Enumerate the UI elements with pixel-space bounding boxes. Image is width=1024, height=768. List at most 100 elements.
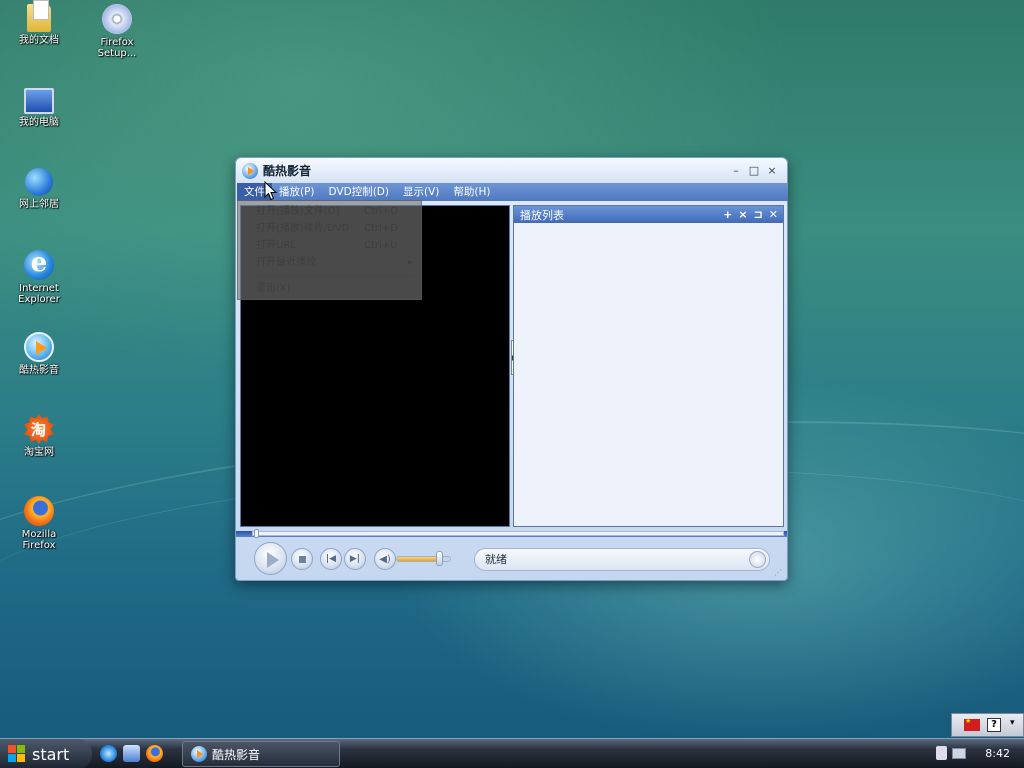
playlist-add-icon[interactable]: +	[723, 208, 732, 221]
status-display: 就绪	[474, 548, 770, 571]
title-bar[interactable]: 酷热影音 – □ ×	[236, 158, 787, 183]
playlist-title: 播放列表	[520, 208, 564, 222]
file-menu-dropdown: 打开(播放)文件(O) Ctrl+O 打开(播放)碟片/DVD Ctrl+D 打…	[237, 200, 422, 300]
menu-exit-label: 退出(X)	[256, 283, 291, 294]
network-icon	[25, 168, 53, 196]
clock[interactable]: 8:42	[985, 747, 1010, 760]
taskbar: start 酷热影音 8:42	[0, 738, 1024, 768]
menu-file-label: 文件	[244, 186, 265, 198]
system-tray: 8:42	[932, 739, 1024, 768]
playlist-header: 播放列表 + × ⊐ ✕	[514, 206, 783, 223]
china-flag-icon[interactable]	[964, 717, 980, 731]
desktop-icon-internet-explorer[interactable]: Internet Explorer	[4, 248, 74, 305]
seek-thumb[interactable]	[254, 529, 259, 538]
menu-open-file-shortcut: Ctrl+O	[364, 206, 399, 217]
chevron-down-icon[interactable]: ▾	[1010, 718, 1015, 728]
menu-open-recent-label: 打开最近播放	[256, 257, 316, 268]
menu-exit[interactable]: 退出(X)	[238, 280, 421, 297]
menu-separator	[254, 275, 414, 276]
menu-view-key: (V)	[423, 186, 440, 198]
desktop-icon-label: 淘宝网	[24, 447, 54, 458]
language-bar: ? ▾	[951, 713, 1024, 737]
taskbar-button-label: 酷热影音	[212, 747, 261, 762]
taobao-icon	[24, 414, 54, 444]
volume-fill	[397, 557, 437, 561]
playlist-remove-icon[interactable]: ×	[738, 208, 747, 221]
desktop-icon-kuku-player[interactable]: 酷热影音	[4, 332, 74, 376]
computer-icon	[24, 88, 54, 114]
close-button[interactable]: ×	[765, 164, 779, 178]
menu-view-label: 显示	[402, 186, 424, 198]
internet-explorer-icon	[24, 248, 54, 280]
player-logo-icon	[242, 162, 258, 179]
firefox-icon	[24, 496, 54, 526]
menu-view[interactable]: 显示(V)	[396, 183, 446, 201]
menu-open-recent[interactable]: 打开最近播放 ▸	[238, 254, 421, 271]
stop-icon	[292, 549, 312, 569]
desktop-icon-label: Internet Explorer	[18, 283, 60, 305]
desktop-icon-label: Mozilla Firefox	[21, 529, 57, 551]
minimize-button[interactable]: –	[729, 164, 743, 178]
lock-icon[interactable]	[936, 746, 947, 760]
menu-help[interactable]: 帮助(H)	[446, 183, 497, 201]
next-button[interactable]: ▶|	[344, 548, 366, 570]
menu-help-key: (H)	[474, 186, 491, 198]
playlist-panel: 播放列表 + × ⊐ ✕	[513, 205, 784, 527]
playlist-close-icon[interactable]: ✕	[769, 208, 778, 221]
menu-help-label: 帮助	[453, 186, 475, 198]
quicklaunch-show-desktop-icon[interactable]	[123, 745, 140, 762]
menu-bar: 文件 播放(P) DVD控制(D) 显示(V) 帮助(H)	[237, 183, 788, 201]
desktop-icon-label: Firefox Setup...	[97, 37, 137, 59]
speaker-icon: ◀)	[379, 554, 391, 565]
desktop-icon-firefox-setup[interactable]: Firefox Setup...	[82, 4, 152, 59]
next-icon: ▶|	[349, 554, 361, 564]
menu-dvd-key: (D)	[372, 186, 389, 198]
menu-open-disc-label: 打开(播放)碟片/DVD	[256, 223, 350, 234]
menu-dvd-label: DVD控制	[328, 186, 373, 198]
submenu-arrow-icon: ▸	[407, 257, 413, 268]
volume-thumb[interactable]	[436, 551, 443, 566]
stop-button[interactable]	[291, 548, 313, 570]
desktop-icon-label: 网上邻居	[19, 199, 59, 210]
menu-play-label: 播放	[279, 186, 300, 198]
kuku-player-icon	[191, 746, 207, 762]
desktop-icon-my-computer[interactable]: 我的电脑	[4, 88, 74, 128]
start-button[interactable]: start	[0, 739, 92, 768]
menu-open-url[interactable]: 打开URL Ctrl+U	[238, 237, 421, 254]
desktop-icon-label: 我的电脑	[19, 117, 59, 128]
windows-logo-icon	[8, 745, 26, 763]
menu-open-url-shortcut: Ctrl+U	[364, 240, 398, 251]
previous-button[interactable]: |◀	[320, 548, 342, 570]
menu-open-file[interactable]: 打开(播放)文件(O) Ctrl+O	[238, 203, 421, 220]
folder-documents-icon	[27, 0, 51, 32]
menu-play-key: (P)	[300, 186, 315, 198]
previous-icon: |◀	[325, 554, 337, 564]
menu-open-disc-shortcut: Ctrl+D	[364, 223, 398, 234]
status-toggle-button[interactable]	[749, 551, 766, 568]
maximize-button[interactable]: □	[747, 164, 761, 178]
menu-play[interactable]: 播放(P)	[272, 183, 322, 201]
playlist-dock-icon[interactable]: ⊐	[754, 208, 763, 221]
desktop-icon-label: 酷热影音	[19, 365, 59, 376]
quicklaunch-ie-icon[interactable]	[100, 745, 117, 762]
help-icon[interactable]: ?	[987, 718, 1001, 732]
menu-dvd[interactable]: DVD控制(D)	[322, 183, 396, 201]
desktop-icon-taobao[interactable]: 淘宝网	[4, 414, 74, 458]
desktop-icon-firefox[interactable]: Mozilla Firefox	[4, 496, 74, 551]
status-text: 就绪	[485, 553, 507, 566]
play-icon	[255, 543, 286, 574]
menu-open-url-label: 打开URL	[256, 240, 296, 251]
mute-button[interactable]: ◀)	[374, 548, 396, 570]
desktop-icon-network[interactable]: 网上邻居	[4, 168, 74, 210]
network-tray-icon[interactable]	[952, 748, 966, 759]
menu-open-disc[interactable]: 打开(播放)碟片/DVD Ctrl+D	[238, 220, 421, 237]
resize-grip-icon[interactable]: ⋰	[774, 568, 784, 578]
taskbar-button-kuku-player[interactable]: 酷热影音	[182, 741, 340, 767]
cd-installer-icon	[102, 4, 132, 34]
seek-bar[interactable]	[252, 531, 784, 536]
desktop-icon-label: 我的文档	[19, 35, 59, 46]
quicklaunch-firefox-icon[interactable]	[146, 745, 163, 762]
menu-open-file-label: 打开(播放)文件(O)	[256, 206, 340, 217]
desktop-icon-my-documents[interactable]: 我的文档	[4, 0, 74, 46]
play-button[interactable]	[254, 542, 287, 575]
